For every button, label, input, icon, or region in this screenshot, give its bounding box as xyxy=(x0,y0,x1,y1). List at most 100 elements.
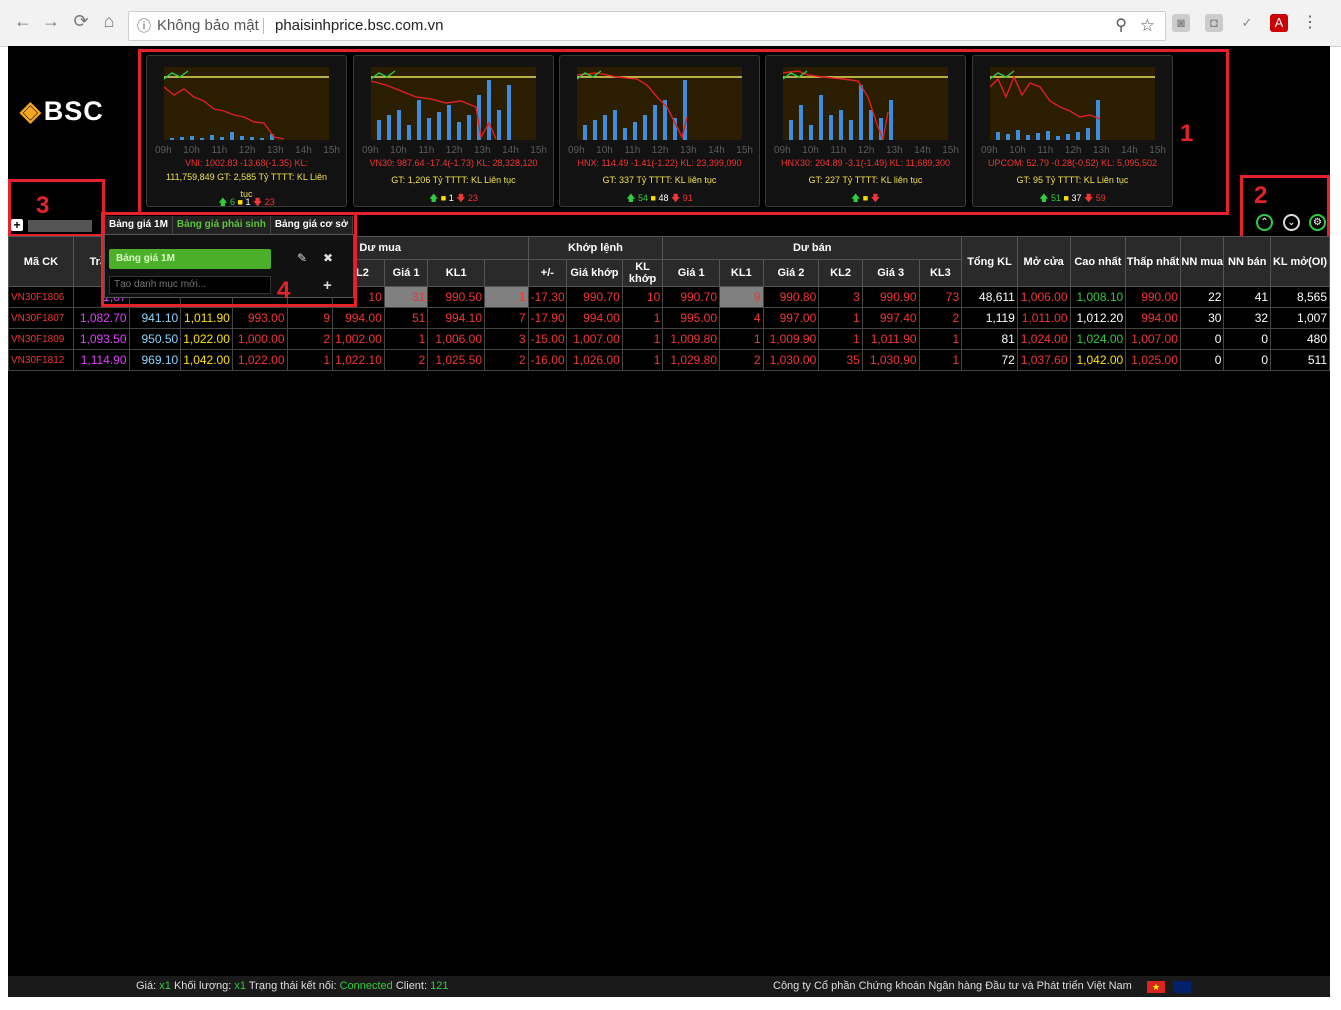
table-cell: 1,042.00 xyxy=(1069,349,1127,371)
header-mo-cua: Mở cửa xyxy=(1016,236,1071,287)
table-cell: 4 xyxy=(719,307,764,329)
table-cell: 1 xyxy=(918,328,963,350)
table-cell: 941.10 xyxy=(128,307,182,329)
header-sub: +/- xyxy=(527,259,568,287)
table-cell: 1,030.90 xyxy=(861,349,920,371)
address-bar[interactable]: ⓘ Không bảo mật phaisinhprice.bsc.com.vn… xyxy=(128,11,1166,41)
table-cell: 32 xyxy=(1223,307,1272,329)
extension-icon[interactable]: ◘ xyxy=(1205,14,1223,32)
add-tab-icon[interactable]: + xyxy=(11,219,23,231)
annotation-box-1 xyxy=(138,49,1229,215)
check-icon[interactable]: ✓ xyxy=(1238,14,1256,32)
table-cell: 1,007.00 xyxy=(566,328,623,350)
table-cell: 1,009.80 xyxy=(662,328,721,350)
table-cell: 51 xyxy=(383,307,429,329)
status-info: Giá: x1 Khối lượng: x1 Trạng thái kết nố… xyxy=(136,980,449,992)
tab-name-field[interactable] xyxy=(28,220,92,232)
logo-text: BSC xyxy=(43,96,104,126)
table-cell: 994.00 xyxy=(332,307,385,329)
info-icon[interactable]: ⓘ xyxy=(137,12,151,40)
table-cell: 73 xyxy=(918,286,963,308)
table-cell: 1,025.50 xyxy=(427,349,486,371)
table-cell: 1,007 xyxy=(1270,307,1330,329)
scroll-up-icon[interactable]: ⌃ xyxy=(1256,214,1273,231)
table-cell: 950.50 xyxy=(128,328,182,350)
table-cell: 1 xyxy=(621,307,664,329)
header-sub: Giá 1 xyxy=(383,259,429,287)
table-cell: 7 xyxy=(484,307,529,329)
table-cell: 2 xyxy=(918,307,963,329)
table-cell: 995.00 xyxy=(662,307,721,329)
table-cell: 1,008.10 xyxy=(1069,286,1127,308)
price-board-page: ◈BSC 09h 10h 11h 12h 13h 14h 15h VNI: 1002.83 … xyxy=(8,46,1330,997)
url-text[interactable]: phaisinhprice.bsc.com.vn xyxy=(275,12,443,40)
table-cell: 8,565 xyxy=(1270,286,1330,308)
table-cell: 1,030.00 xyxy=(762,349,820,371)
forward-icon[interactable]: → xyxy=(40,10,62,32)
header-sub: KL1 xyxy=(719,259,764,287)
table-cell: 22 xyxy=(1179,286,1225,308)
table-row[interactable]: VN30F1812 1,114.90 969.10 1,042.00 1,022.00 1… xyxy=(8,349,1330,371)
table-cell: 969.10 xyxy=(128,349,182,371)
table-cell: 2 xyxy=(484,349,529,371)
home-icon[interactable]: ⌂ xyxy=(98,10,120,32)
table-cell: 1,024.00 xyxy=(1016,328,1071,350)
annotation-box-4 xyxy=(101,212,357,307)
table-cell: 1,037.60 xyxy=(1016,349,1071,371)
table-cell: -17.90 xyxy=(527,307,568,329)
header-sub: KL2 xyxy=(818,259,863,287)
header-kl-mo: KL mở(OI) xyxy=(1270,236,1330,287)
table-row[interactable]: VN30F1809 1,093.50 950.50 1,022.00 1,000.00 2… xyxy=(8,328,1330,350)
table-cell: 994.10 xyxy=(427,307,486,329)
table-cell: 0 xyxy=(1223,328,1272,350)
table-cell: 2 xyxy=(719,349,764,371)
bookmark-star-icon[interactable]: ☆ xyxy=(1140,12,1155,40)
table-cell: 10 xyxy=(621,286,664,308)
table-cell: 990.00 xyxy=(1125,286,1181,308)
bsc-logo[interactable]: ◈BSC xyxy=(20,96,104,127)
table-cell: 1 xyxy=(918,349,963,371)
table-cell: 1,114.90 xyxy=(72,349,130,371)
table-cell: 1 xyxy=(818,307,863,329)
table-cell: -16.00 xyxy=(527,349,568,371)
table-cell: 0 xyxy=(1223,349,1272,371)
zoom-icon[interactable]: ⚲ xyxy=(1115,12,1127,40)
header-nn-ban: NN bán xyxy=(1223,236,1272,287)
table-cell: 2 xyxy=(383,349,429,371)
table-cell: 1,082.70 xyxy=(72,307,130,329)
divider xyxy=(263,18,264,34)
status-bar: Giá: x1 Khối lượng: x1 Trạng thái kết nố… xyxy=(8,976,1330,997)
table-cell: 3 xyxy=(484,328,529,350)
header-ma-ck: Mã CK xyxy=(8,236,74,287)
company-name: Công ty Cổ phần Chứng khoán Ngân hàng Đầ… xyxy=(773,980,1132,992)
vietnam-flag-icon[interactable]: ★ xyxy=(1147,981,1165,993)
table-cell: -17.30 xyxy=(527,286,568,308)
settings-icon[interactable]: ⚙ xyxy=(1309,214,1326,231)
header-sub: KL3 xyxy=(918,259,963,287)
table-cell: 1 xyxy=(484,286,529,308)
table-cell: 48,611 xyxy=(961,286,1018,308)
reload-icon[interactable]: ⟳ xyxy=(70,10,92,32)
table-cell: 1,042.00 xyxy=(180,349,233,371)
scroll-down-icon[interactable]: ⌄ xyxy=(1283,214,1300,231)
browser-toolbar: ← → ⟳ ⌂ ⓘ Không bảo mật phaisinhprice.bs… xyxy=(0,0,1341,47)
table-cell: 990.70 xyxy=(566,286,623,308)
header-nn-mua: NN mua xyxy=(1179,236,1225,287)
table-cell: 81 xyxy=(961,328,1018,350)
table-cell: 1,012.20 xyxy=(1069,307,1127,329)
header-sub: Giá 2 xyxy=(762,259,820,287)
symbol-cell: VN30F1809 xyxy=(8,328,74,350)
table-row[interactable]: VN30F1807 1,082.70 941.10 1,011.90 993.00 9 99… xyxy=(8,307,1330,329)
annotation-label-1: 1 xyxy=(1180,120,1194,147)
back-icon[interactable]: ← xyxy=(12,10,34,32)
extension-icon[interactable]: ◙ xyxy=(1172,14,1190,32)
pdf-extension-icon[interactable]: A xyxy=(1270,14,1288,32)
table-cell: 993.00 xyxy=(231,307,288,329)
header-khop-lenh: Khớp lệnh xyxy=(527,236,664,260)
uk-flag-icon[interactable] xyxy=(1173,981,1191,993)
table-cell: 1,006.00 xyxy=(427,328,486,350)
menu-icon[interactable]: ⋮ xyxy=(1301,14,1319,32)
connection-status: Connected xyxy=(339,980,393,992)
symbol-cell: VN30F1806 xyxy=(8,286,74,308)
header-sub: KL1 xyxy=(427,259,486,287)
